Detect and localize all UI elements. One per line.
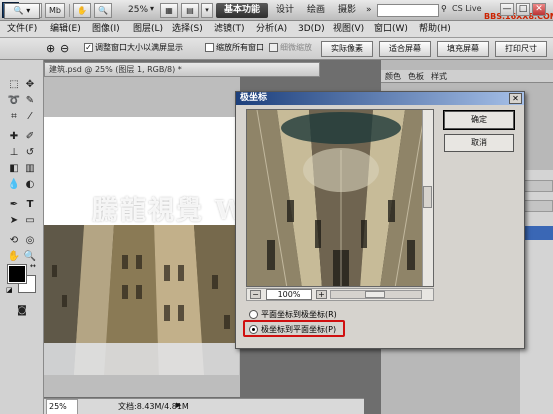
ok-button[interactable]: 确定 (443, 110, 515, 130)
3d-orbit-icon[interactable]: ◎ (23, 234, 37, 248)
swap-colors-icon[interactable]: ↔ (30, 262, 36, 270)
status-bar (44, 398, 364, 414)
workspace-basic[interactable]: 基本功能 (216, 3, 268, 18)
lasso-tool-icon[interactable]: ➰ (7, 94, 21, 108)
clone-stamp-icon[interactable]: ⊥ (7, 146, 21, 160)
hand-tool-button[interactable]: ✋ (73, 3, 91, 18)
default-colors-icon[interactable]: ◪ (6, 286, 13, 294)
separator (69, 4, 70, 17)
panel-control[interactable] (521, 180, 553, 192)
panel-tab-bar (381, 70, 553, 83)
menu-3d[interactable]: 3D(D) (298, 23, 325, 36)
crop-tool-icon[interactable]: ⌗ (7, 110, 21, 124)
actual-pixels-button[interactable]: 实际像素 (321, 41, 373, 57)
filter-preview[interactable] (246, 109, 434, 287)
panel-control[interactable] (521, 200, 553, 212)
dodge-tool-icon[interactable]: ◐ (23, 178, 37, 192)
quick-select-tool-icon[interactable]: ✎ (23, 94, 37, 108)
search-icon[interactable]: ⚲ (441, 4, 447, 13)
scrubby-zoom-checkbox[interactable] (269, 43, 278, 52)
marquee-tool-icon[interactable]: ⬚ (7, 78, 21, 92)
pen-tool-icon[interactable]: ✒ (7, 198, 21, 212)
healing-brush-icon[interactable]: ✚ (7, 130, 21, 144)
layer-row-selected[interactable] (521, 226, 553, 240)
workspace-design[interactable]: 设计 (274, 3, 296, 18)
print-size-button[interactable]: 打印尺寸 (495, 41, 547, 57)
zoom-level[interactable]: 25% (128, 4, 148, 17)
menu-window[interactable]: 窗口(W) (374, 23, 408, 36)
fill-screen-button[interactable]: 填充屏幕 (437, 41, 489, 57)
history-brush-icon[interactable]: ↺ (23, 146, 37, 160)
cancel-button[interactable]: 取消 (444, 134, 514, 152)
hand-tool-icon[interactable]: ✋ (7, 250, 21, 264)
menu-help[interactable]: 帮助(H) (419, 23, 451, 36)
status-zoom-field[interactable]: 25% (46, 399, 78, 414)
grid-view-button[interactable]: ▦ (160, 3, 178, 18)
blur-tool-icon[interactable]: 💧 (7, 178, 21, 192)
preview-image (247, 110, 433, 286)
document-tab[interactable]: 建筑.psd @ 25% (图层 1, RGB/8) * (44, 62, 320, 77)
tab-color[interactable]: 颜色 (385, 71, 401, 82)
quick-mask-icon[interactable]: ◙ (15, 304, 29, 318)
scrollbar-thumb[interactable] (423, 186, 432, 208)
screen-mode-button[interactable]: ▾ (201, 3, 213, 18)
zoom-all-label: 缩放所有窗口 (216, 43, 264, 52)
zoom-out-icon[interactable]: ⊖ (60, 42, 69, 55)
brush-tool-icon[interactable]: ✐ (23, 130, 37, 144)
status-menu-icon[interactable]: ▶ (176, 401, 181, 409)
gradient-tool-icon[interactable]: ▥ (23, 162, 37, 176)
menu-edit[interactable]: 编辑(E) (50, 23, 81, 36)
resize-windows-checkbox[interactable]: ✓ (84, 43, 93, 52)
menu-view[interactable]: 视图(V) (333, 23, 364, 36)
menu-image[interactable]: 图像(I) (92, 23, 120, 36)
mini-bridge-button[interactable]: Mb (45, 3, 65, 18)
horizontal-scrollbar-thumb[interactable] (365, 291, 385, 298)
close-button[interactable]: ✕ (532, 3, 546, 16)
menu-analysis[interactable]: 分析(A) (256, 23, 287, 36)
building-image (44, 225, 239, 375)
resize-windows-label: 调整窗口大小以满屏显示 (95, 43, 183, 52)
menu-layer[interactable]: 图层(L) (133, 23, 163, 36)
zoom-in-button[interactable]: + (316, 290, 327, 299)
chevron-down-icon[interactable]: ▾ (150, 4, 154, 13)
tab-styles[interactable]: 样式 (431, 71, 447, 82)
rect-to-polar-label: 平面坐标到极坐标(R) (261, 310, 337, 319)
minimize-button[interactable]: — (500, 3, 514, 16)
workspace-more[interactable]: » (364, 3, 374, 18)
arrange-documents-button[interactable]: ▤ (181, 3, 199, 18)
menu-file[interactable]: 文件(F) (7, 23, 37, 36)
path-select-icon[interactable]: ➤ (7, 214, 21, 228)
zoom-all-checkbox[interactable] (205, 43, 214, 52)
move-tool-icon[interactable]: ✥ (23, 78, 37, 92)
zoom-tool-button[interactable]: 🔍 (94, 3, 112, 18)
dialog-title: 极坐标 (236, 92, 524, 105)
dialog-close-button[interactable]: ✕ (509, 93, 522, 104)
preview-zoom-value: 100% (266, 289, 312, 300)
tab-swatches[interactable]: 色板 (408, 71, 424, 82)
eyedropper-tool-icon[interactable]: ⁄ (23, 110, 37, 124)
cs-live-button[interactable]: CS Live (452, 4, 482, 13)
menu-select[interactable]: 选择(S) (172, 23, 203, 36)
zoom-in-icon[interactable]: ⊕ (46, 42, 55, 55)
type-tool-icon[interactable]: T (23, 198, 37, 212)
menu-filter[interactable]: 滤镜(T) (214, 23, 245, 36)
zoom-out-button[interactable]: − (250, 290, 261, 299)
search-field[interactable] (377, 4, 439, 17)
foreground-color-swatch[interactable] (7, 264, 27, 284)
tool-preset-picker[interactable]: 🔍 ▾ (4, 3, 40, 19)
workspace-painting[interactable]: 绘画 (305, 3, 327, 18)
3d-rotate-icon[interactable]: ⟲ (7, 234, 21, 248)
canvas-distorted-image (44, 225, 239, 375)
restore-button[interactable]: □ (516, 3, 530, 16)
fit-screen-button[interactable]: 适合屏幕 (379, 41, 431, 57)
rect-to-polar-radio[interactable] (249, 310, 258, 319)
shape-tool-icon[interactable]: ▭ (23, 214, 37, 228)
workspace-photography[interactable]: 摄影 (336, 3, 358, 18)
eraser-tool-icon[interactable]: ◧ (7, 162, 21, 176)
scrubby-zoom-label: 细微缩放 (280, 43, 312, 52)
highlight-box (243, 320, 345, 337)
